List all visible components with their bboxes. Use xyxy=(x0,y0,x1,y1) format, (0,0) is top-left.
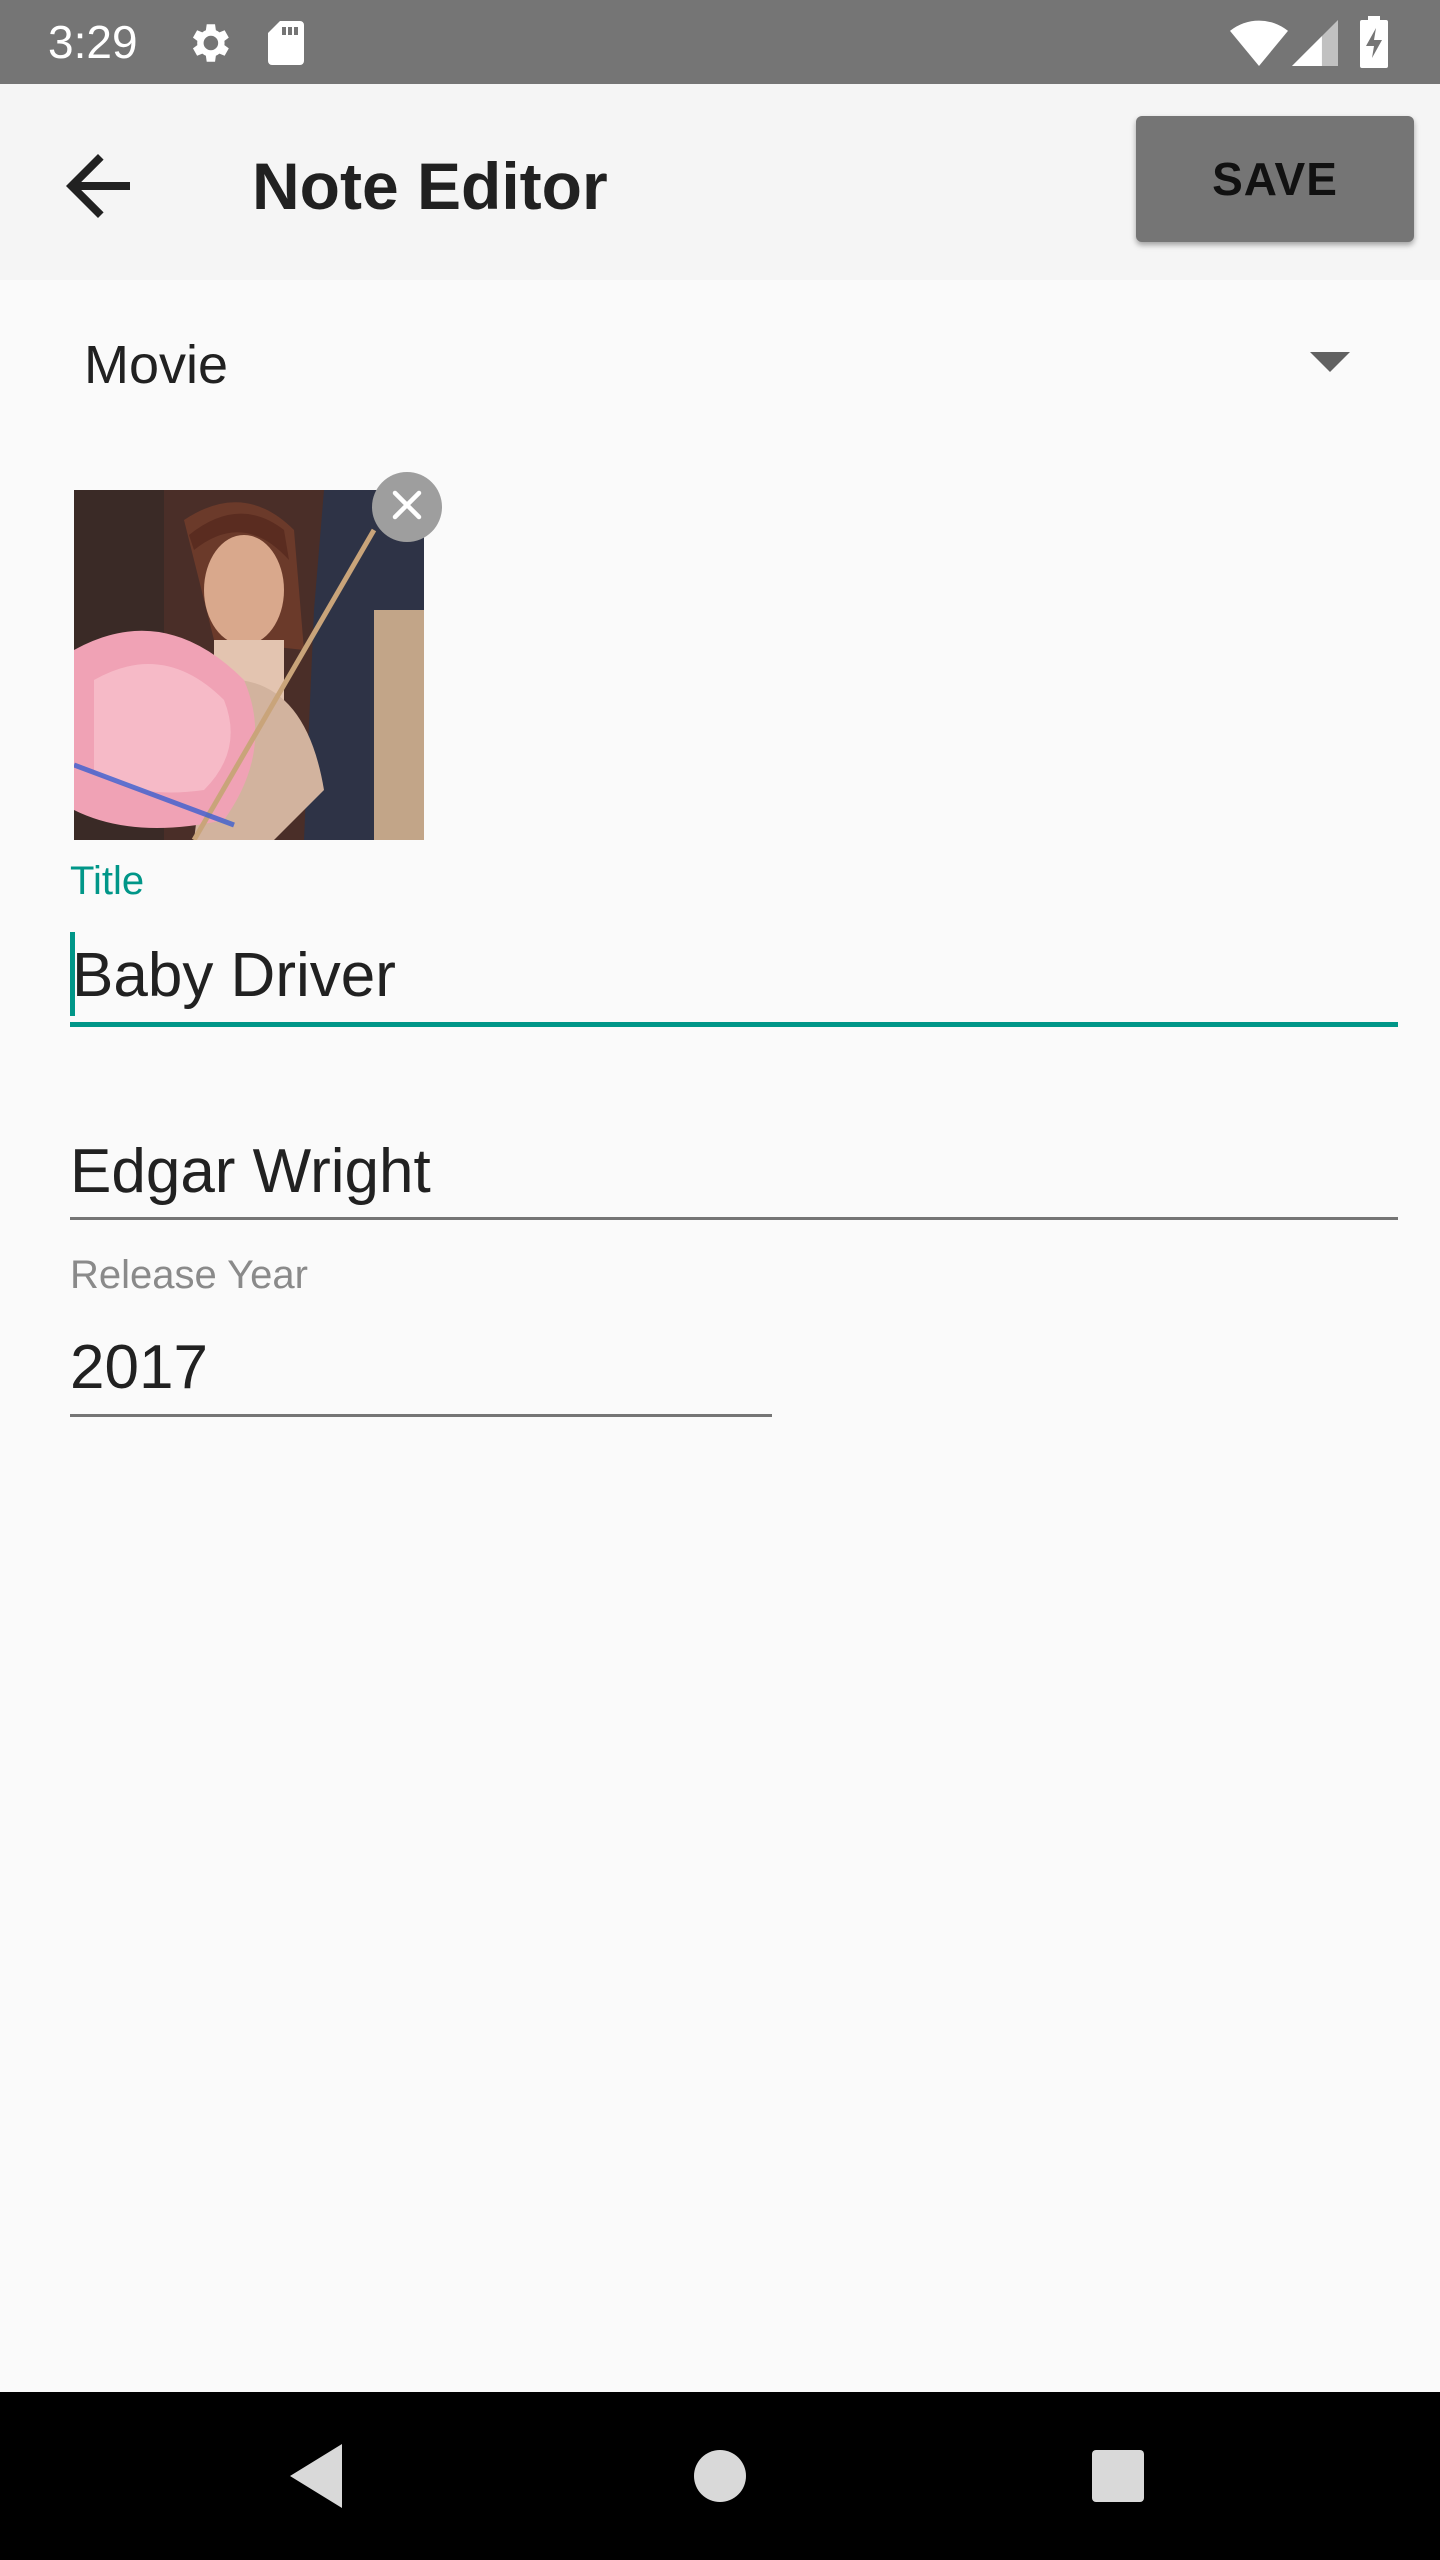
title-underline xyxy=(70,1022,1398,1027)
status-time: 3:29 xyxy=(48,16,138,68)
release-year-input[interactable]: 2017 xyxy=(70,1328,208,1408)
battery-charging-icon xyxy=(1360,16,1388,73)
gear-icon xyxy=(184,18,234,73)
wifi-icon xyxy=(1230,20,1288,71)
director-input[interactable]: Edgar Wright xyxy=(70,1132,431,1212)
page-title: Note Editor xyxy=(252,149,608,223)
remove-image-button[interactable] xyxy=(372,472,442,542)
poster-image[interactable] xyxy=(74,490,424,840)
close-icon xyxy=(389,487,425,528)
save-button[interactable]: SAVE xyxy=(1136,116,1414,242)
back-triangle-icon[interactable] xyxy=(278,2436,358,2516)
arrow-back-icon xyxy=(50,154,146,238)
signal-icon xyxy=(1292,20,1338,71)
back-button[interactable] xyxy=(50,138,146,234)
title-input[interactable]: Baby Driver xyxy=(72,936,396,1016)
release-year-label: Release Year xyxy=(70,1253,308,1297)
title-label: Title xyxy=(70,859,145,903)
dropdown-arrow-icon xyxy=(1310,352,1350,372)
release-year-underline xyxy=(70,1414,772,1417)
text-cursor xyxy=(70,932,75,1016)
app-bar: Note Editor SAVE xyxy=(0,84,1440,280)
type-spinner[interactable]: Movie xyxy=(70,310,1370,420)
recents-square-icon[interactable] xyxy=(1078,2436,1158,2516)
director-underline xyxy=(70,1217,1398,1220)
navigation-bar xyxy=(0,2392,1440,2560)
home-circle-icon[interactable] xyxy=(680,2436,760,2516)
type-spinner-value: Movie xyxy=(84,335,229,395)
status-bar: 3:29 xyxy=(0,0,1440,84)
sd-card-icon xyxy=(266,18,306,73)
